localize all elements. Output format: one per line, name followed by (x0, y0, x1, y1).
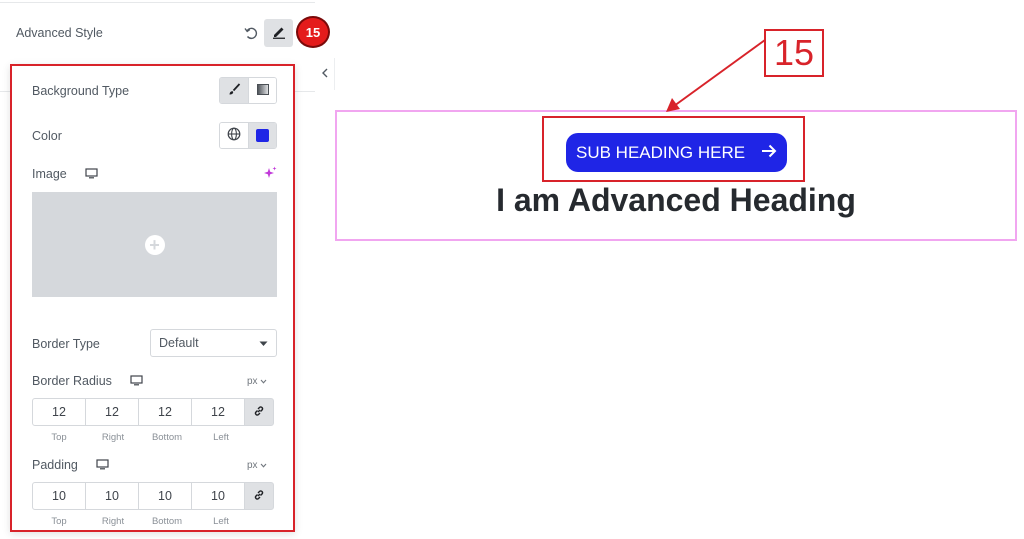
border-type-value: Default (159, 336, 199, 350)
padding-inputs: 10 10 10 10 (32, 482, 274, 510)
ai-sparkle-icon[interactable] (263, 166, 277, 183)
radius-left-input[interactable]: 12 (191, 398, 245, 426)
brush-icon (228, 82, 241, 99)
background-type-toggle (219, 77, 277, 104)
border-radius-side-labels: Top Right Bottom Left (32, 432, 248, 443)
side-label-left: Left (213, 432, 229, 443)
sub-heading-badge[interactable]: SUB HEADING HERE (566, 133, 787, 172)
unit-label: px (247, 376, 258, 387)
radius-right-input[interactable]: 12 (85, 398, 139, 426)
edit-style-button[interactable] (264, 19, 293, 47)
side-label-bottom: Bottom (151, 516, 183, 527)
padding-top-input[interactable]: 10 (32, 482, 86, 510)
border-radius-unit-select[interactable]: px (247, 376, 267, 387)
top-divider (0, 2, 315, 3)
padding-unit-select[interactable]: px (247, 460, 267, 471)
padding-right-input[interactable]: 10 (85, 482, 139, 510)
sub-heading-text: SUB HEADING HERE (576, 142, 746, 162)
border-radius-label: Border Radius (32, 374, 112, 388)
gradient-icon (256, 83, 269, 98)
global-colors-button[interactable] (220, 123, 248, 148)
side-label-top: Top (51, 516, 67, 527)
desktop-icon (96, 459, 109, 473)
color-label: Color (32, 129, 62, 143)
background-type-label: Background Type (32, 84, 130, 98)
color-swatch (256, 129, 269, 142)
image-label: Image (32, 167, 67, 181)
gradient-background-option[interactable] (248, 78, 276, 103)
classic-background-option[interactable] (220, 78, 248, 103)
border-radius-inputs: 12 12 12 12 (32, 398, 274, 426)
padding-side-labels: Top Right Bottom Left (32, 516, 248, 527)
side-label-right: Right (101, 432, 125, 443)
side-label-left: Left (213, 516, 229, 527)
color-picker-button[interactable] (248, 123, 276, 148)
padding-bottom-input[interactable]: 10 (138, 482, 192, 510)
link-values-button[interactable] (244, 398, 274, 426)
arrow-right-icon (761, 143, 777, 163)
side-label-bottom: Bottom (151, 432, 183, 443)
step-callout-box: 15 (764, 29, 824, 77)
padding-left-input[interactable]: 10 (191, 482, 245, 510)
unit-label: px (247, 460, 258, 471)
pencil-icon (272, 25, 286, 42)
step-badge: 15 (296, 16, 330, 48)
border-type-select[interactable]: Default (150, 329, 277, 357)
chevron-left-icon (321, 67, 329, 81)
radius-top-input[interactable]: 12 (32, 398, 86, 426)
advanced-heading-text: I am Advanced Heading (496, 182, 856, 218)
side-label-right: Right (101, 516, 125, 527)
advanced-style-popover: Background Type Color Image + Border Typ… (10, 64, 295, 532)
radius-bottom-input[interactable]: 12 (138, 398, 192, 426)
desktop-icon (130, 375, 143, 389)
callout-arrow (666, 39, 766, 112)
link-icon (253, 405, 265, 420)
desktop-icon (85, 168, 98, 182)
color-control (219, 122, 277, 149)
advanced-style-label: Advanced Style (16, 26, 103, 40)
reset-icon[interactable] (243, 25, 259, 41)
globe-icon (227, 127, 241, 144)
chevron-down-icon (260, 460, 267, 471)
link-icon (253, 489, 265, 504)
collapse-panel-button[interactable] (315, 58, 335, 90)
side-label-top: Top (51, 432, 67, 443)
caret-down-icon (259, 336, 268, 350)
add-image-icon: + (144, 234, 165, 255)
border-type-label: Border Type (32, 337, 100, 351)
image-upload-area[interactable]: + (32, 192, 277, 297)
link-values-button[interactable] (244, 482, 274, 510)
chevron-down-icon (260, 376, 267, 387)
padding-label: Padding (32, 458, 78, 472)
